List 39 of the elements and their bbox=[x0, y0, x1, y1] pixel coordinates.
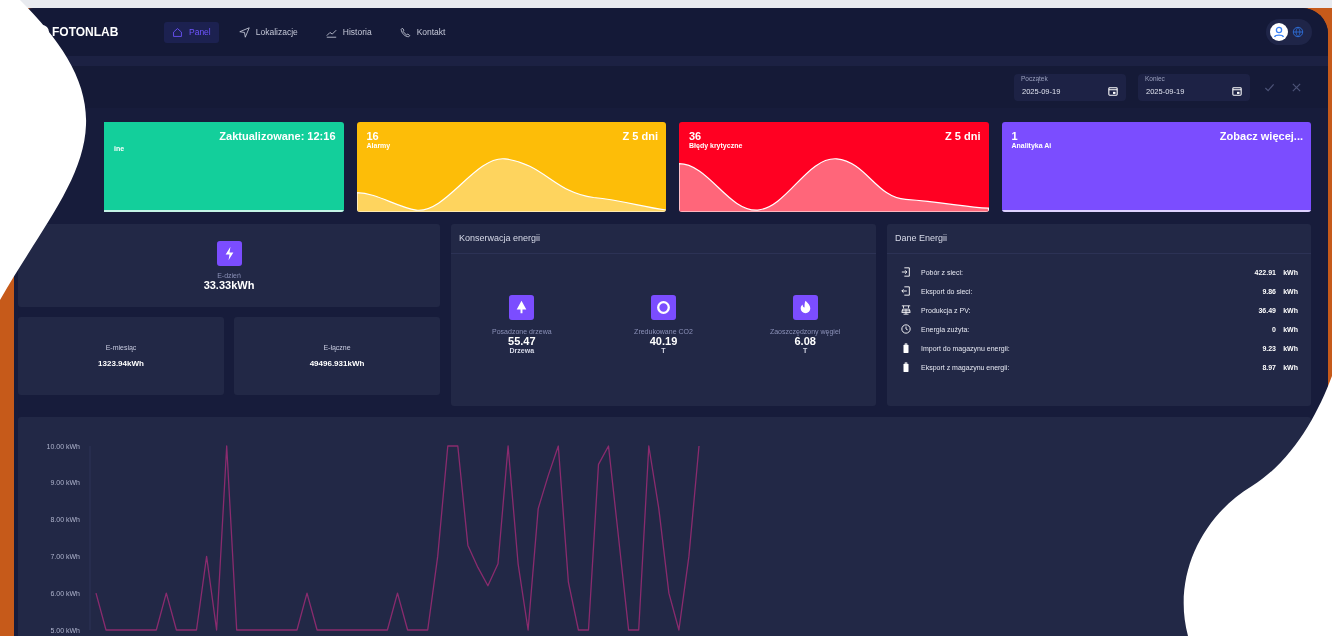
card-count: 1 bbox=[1011, 130, 1019, 142]
clock-icon bbox=[901, 324, 911, 334]
stat-value: 49496.931kWh bbox=[309, 359, 365, 368]
stat-value: 40.19 bbox=[649, 334, 678, 347]
card-note: Zaktualizowane: 12:16 bbox=[219, 130, 336, 144]
solar-panel-icon bbox=[901, 305, 911, 315]
tree-icon bbox=[509, 294, 535, 320]
cloud-icon bbox=[651, 294, 676, 320]
card-count: 16 bbox=[366, 130, 380, 142]
card-note: Zobacz więcej... bbox=[1219, 130, 1303, 144]
home-icon bbox=[172, 26, 183, 38]
nav-tab[interactable]: Historia bbox=[317, 21, 380, 43]
card-count: 36 bbox=[689, 130, 703, 142]
battery-icon bbox=[901, 343, 911, 353]
nav-tab[interactable]: Lokalizacje bbox=[230, 21, 306, 43]
close-icon bbox=[1291, 81, 1302, 93]
stat-value: 1323.94kWh bbox=[98, 359, 144, 368]
user-menu[interactable] bbox=[1266, 19, 1312, 45]
stat-value: 33.33kWh bbox=[203, 278, 255, 291]
check-icon bbox=[1264, 81, 1275, 93]
nav-tab[interactable]: Kontakt bbox=[391, 21, 454, 43]
card-note: Z 5 dni bbox=[622, 130, 658, 144]
card-note: Z 5 dni bbox=[945, 130, 981, 144]
logout-icon bbox=[901, 286, 911, 296]
brand-name: FOTONLAB bbox=[52, 25, 119, 39]
login-icon bbox=[901, 267, 911, 277]
panel-title: Konserwacja energii bbox=[451, 224, 876, 254]
calendar-icon bbox=[1108, 86, 1118, 96]
calendar-icon bbox=[1232, 86, 1242, 96]
panel-title: Dane Energii bbox=[887, 224, 1311, 254]
send-icon bbox=[238, 26, 250, 38]
avatar-icon bbox=[1270, 23, 1288, 41]
stat-value: 6.08 bbox=[794, 334, 816, 347]
globe-icon bbox=[1292, 26, 1304, 38]
phone-icon bbox=[399, 26, 411, 38]
battery-icon bbox=[901, 362, 911, 372]
bolt-icon bbox=[216, 240, 242, 266]
flame-icon bbox=[792, 294, 818, 320]
stat-value: 55.47 bbox=[508, 334, 536, 347]
